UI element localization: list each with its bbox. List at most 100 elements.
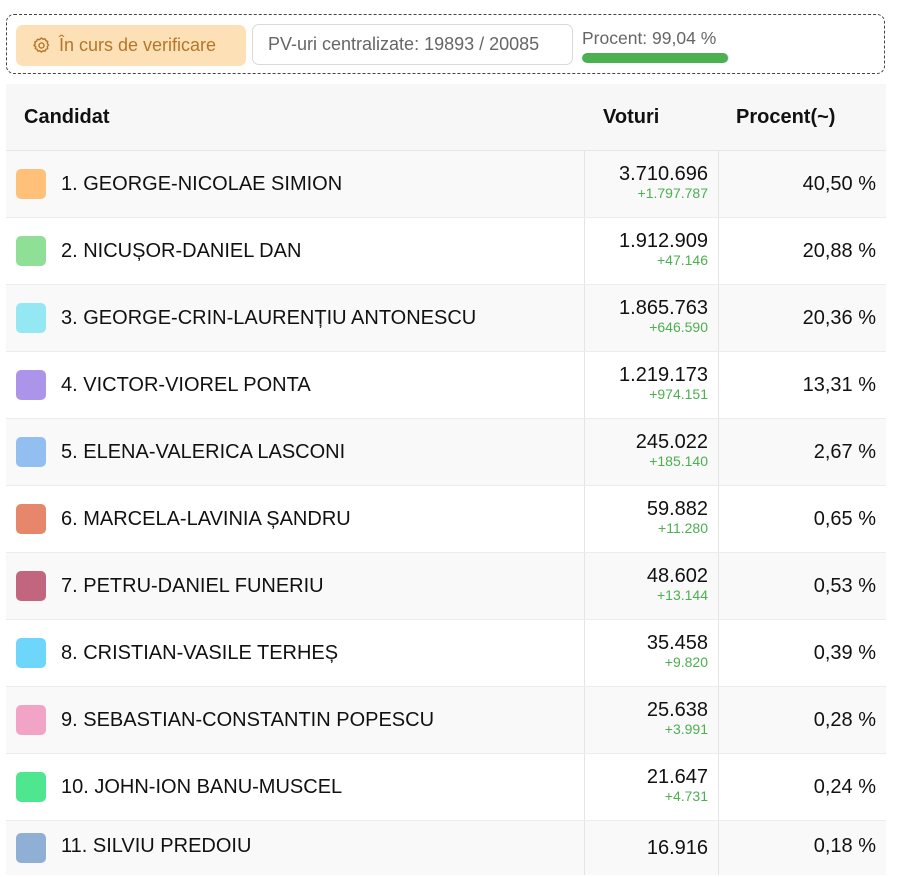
votes-value: 21.647 <box>646 766 708 788</box>
candidate-name: 4. VICTOR-VIOREL PONTA <box>61 374 311 396</box>
column-divider <box>718 285 719 351</box>
votes-value: 59.882 <box>646 498 708 520</box>
percent-value: 20,36 % <box>802 307 876 329</box>
column-divider <box>584 754 585 820</box>
column-divider <box>584 218 585 284</box>
votes-cell: 35.458 +9.820 <box>647 632 708 671</box>
pv-count-label: PV-uri centralizate: 19893 / 20085 <box>268 34 540 54</box>
table-row[interactable]: 7. PETRU-DANIEL FUNERIU 48.602 +13.144 0,53… <box>6 553 886 620</box>
votes-value: 245.022 <box>635 431 708 453</box>
votes-value: 3.710.696 <box>619 163 708 185</box>
votes-cell: 1.912.909 +47.146 <box>619 230 708 269</box>
column-divider <box>718 687 719 753</box>
column-divider <box>718 218 719 284</box>
table-row[interactable]: 2. NICUȘOR-DANIEL DAN 1.912.909 +47.146 20,… <box>6 218 886 285</box>
status-bar: În curs de verificare PV-uri centralizat… <box>6 14 885 74</box>
percent-value: 13,31 % <box>802 374 876 396</box>
verification-status-badge[interactable]: În curs de verificare <box>16 25 246 66</box>
table-row[interactable]: 11. SILVIU PREDOIU 16.916 0,18 % <box>6 821 886 875</box>
votes-delta: +11.280 <box>658 520 708 536</box>
votes-cell: 245.022 +185.140 <box>636 431 708 470</box>
column-divider <box>718 553 719 619</box>
column-divider <box>718 486 719 552</box>
votes-value: 1.912.909 <box>619 230 708 252</box>
percent-progress: Procent: 99,04 % <box>582 27 732 67</box>
candidate-name: 1. GEORGE-NICOLAE SIMION <box>61 173 343 195</box>
table-row[interactable]: 9. SEBASTIAN-CONSTANTIN POPESCU 25.638 +3.… <box>6 687 886 754</box>
column-divider <box>718 620 719 686</box>
candidate-color-swatch <box>16 370 46 400</box>
votes-cell: 59.882 +11.280 <box>647 498 708 537</box>
column-divider <box>718 151 719 217</box>
percent-value: 0,65 % <box>813 508 876 530</box>
table-row[interactable]: 6. MARCELA-LAVINIA ȘANDRU 59.882 +11.280 0,… <box>6 486 886 553</box>
header-percent[interactable]: Procent(~) <box>736 84 835 150</box>
percent-value: 0,24 % <box>813 776 876 798</box>
candidate-color-swatch <box>16 303 46 333</box>
gear-icon <box>33 37 50 53</box>
votes-value: 35.458 <box>646 632 708 654</box>
candidate-name: 7. PETRU-DANIEL FUNERIU <box>61 575 324 597</box>
table-row[interactable]: 3. GEORGE-CRIN-LAURENȚIU ANTONESCU 1.865.… <box>6 285 886 352</box>
pv-count-box: PV-uri centralizate: 19893 / 20085 <box>252 24 573 65</box>
table-row[interactable]: 5. ELENA-VALERICA LASCONI 245.022 +185.140… <box>6 419 886 486</box>
progress-fill <box>582 53 728 63</box>
candidate-name: 6. MARCELA-LAVINIA ȘANDRU <box>61 508 351 530</box>
column-divider <box>584 821 585 875</box>
table-row[interactable]: 1. GEORGE-NICOLAE SIMION 3.710.696 +1.797.… <box>6 151 886 218</box>
candidate-name: 10. JOHN-ION BANU-MUSCEL <box>61 776 343 798</box>
votes-value: 1.219.173 <box>619 364 708 386</box>
percent-value: 0,18 % <box>813 835 876 857</box>
percent-value: 0,39 % <box>813 642 876 664</box>
votes-cell: 3.710.696 +1.797.787 <box>619 163 708 202</box>
candidate-name: 8. CRISTIAN-VASILE TERHEȘ <box>61 642 339 664</box>
column-divider <box>584 687 585 753</box>
table-row[interactable]: 10. JOHN-ION BANU-MUSCEL 21.647 +4.731 0,24… <box>6 754 886 821</box>
table-row[interactable]: 8. CRISTIAN-VASILE TERHEȘ 35.458 +9.820 0,3… <box>6 620 886 687</box>
percent-label: Procent: 99,04 % <box>582 28 717 48</box>
votes-delta: +9.820 <box>664 654 708 670</box>
candidate-color-swatch <box>16 169 46 199</box>
column-divider <box>718 821 719 875</box>
candidate-name: 11. SILVIU PREDOIU <box>61 835 252 857</box>
votes-value: 16.916 <box>646 837 708 859</box>
candidate-color-swatch <box>16 571 46 601</box>
candidate-color-swatch <box>16 236 46 266</box>
candidate-name: 9. SEBASTIAN-CONSTANTIN POPESCU <box>61 709 435 731</box>
column-divider <box>584 419 585 485</box>
candidate-color-swatch <box>16 504 46 534</box>
votes-value: 48.602 <box>646 565 708 587</box>
column-divider <box>718 352 719 418</box>
column-divider <box>584 620 585 686</box>
votes-cell: 25.638 +3.991 <box>647 699 708 738</box>
percent-value: 20,88 % <box>802 240 876 262</box>
table-body: 1. GEORGE-NICOLAE SIMION 3.710.696 +1.797.… <box>6 151 886 875</box>
table-row[interactable]: 4. VICTOR-VIOREL PONTA 1.219.173 +974.151 1… <box>6 352 886 419</box>
status-badge-label: În curs de verificare <box>59 35 217 55</box>
candidate-name: 5. ELENA-VALERICA LASCONI <box>61 441 346 463</box>
column-divider <box>584 486 585 552</box>
candidate-color-swatch <box>16 705 46 735</box>
votes-cell: 1.219.173 +974.151 <box>619 364 708 403</box>
results-table: Candidat Voturi Procent(~) 1. GEORGE-NIC… <box>6 84 886 875</box>
header-candidate[interactable]: Candidat <box>24 84 110 150</box>
candidate-color-swatch <box>16 437 46 467</box>
candidate-name: 3. GEORGE-CRIN-LAURENȚIU ANTONESCU <box>61 307 477 329</box>
candidate-color-swatch <box>16 638 46 668</box>
votes-value: 25.638 <box>646 699 708 721</box>
votes-delta: +4.731 <box>664 788 708 804</box>
progress-track <box>582 53 729 63</box>
candidate-color-swatch <box>16 772 46 802</box>
header-votes[interactable]: Voturi <box>603 84 659 150</box>
votes-delta: +13.144 <box>657 587 708 603</box>
votes-delta: +974.151 <box>649 386 708 402</box>
column-divider <box>584 151 585 217</box>
column-divider <box>584 553 585 619</box>
votes-cell: 48.602 +13.144 <box>647 565 708 604</box>
votes-delta: +646.590 <box>649 319 708 335</box>
percent-value: 0,53 % <box>813 575 876 597</box>
column-divider <box>718 419 719 485</box>
votes-value: 1.865.763 <box>619 297 708 319</box>
votes-cell: 21.647 +4.731 <box>647 766 708 805</box>
percent-value: 0,28 % <box>813 709 876 731</box>
